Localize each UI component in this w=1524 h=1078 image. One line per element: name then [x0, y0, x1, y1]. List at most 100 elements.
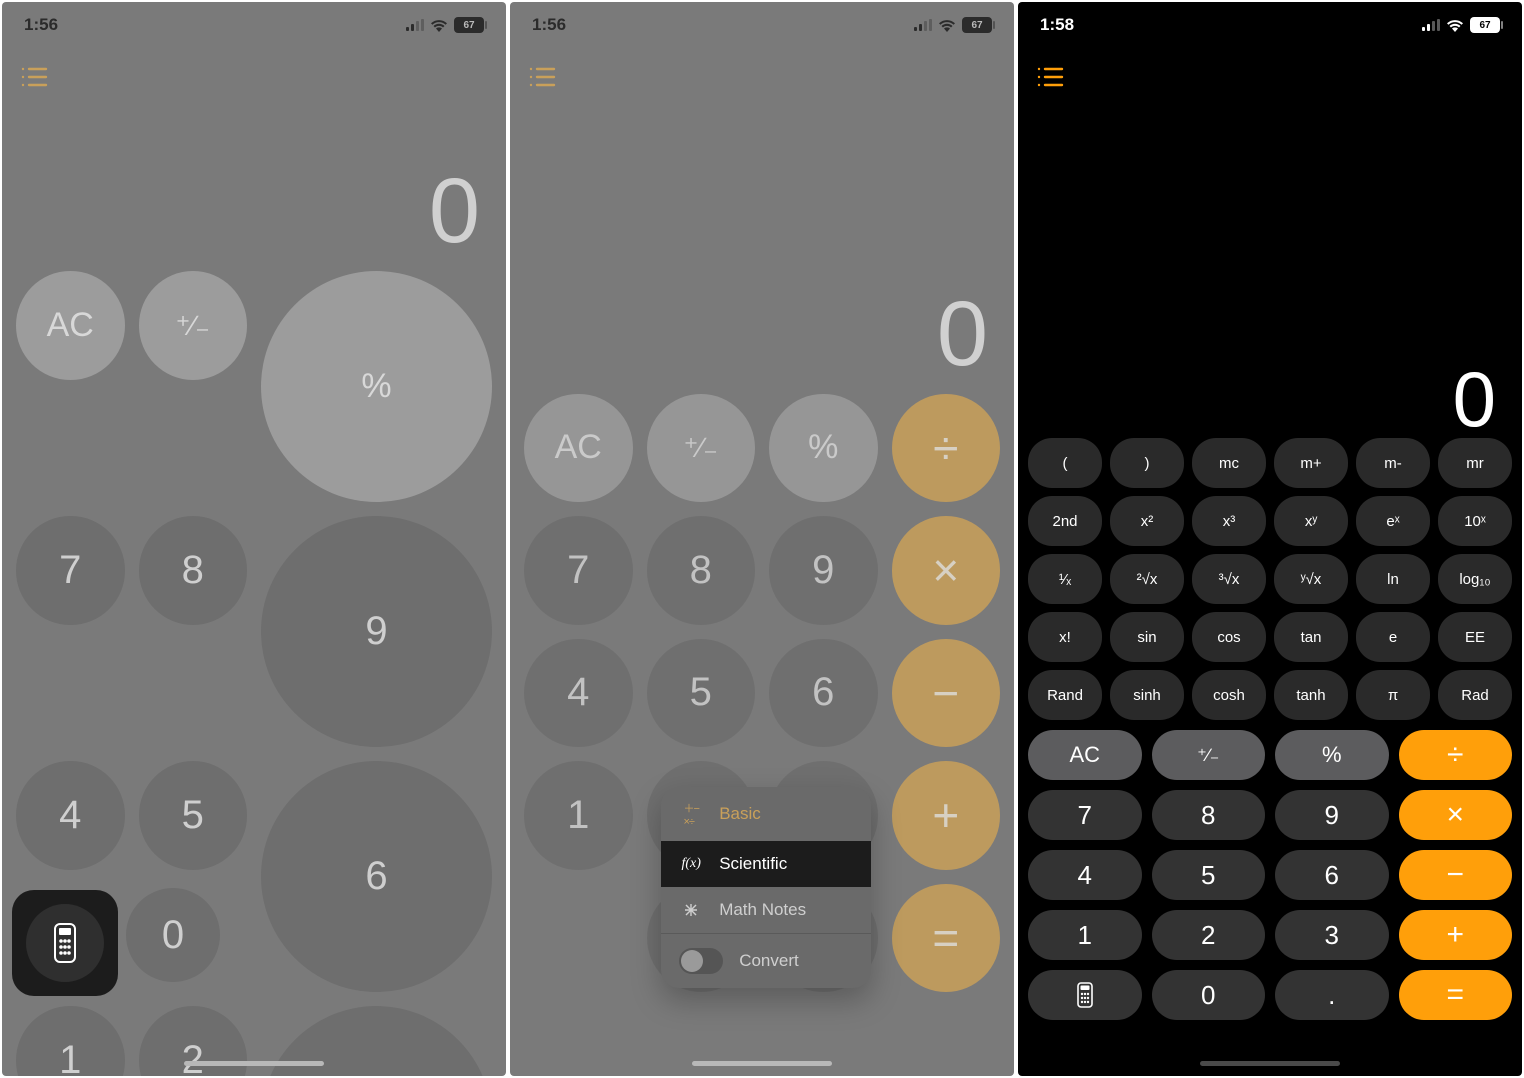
sci-tanh[interactable]: tanh [1274, 670, 1348, 720]
sci-ee[interactable]: EE [1438, 612, 1512, 662]
sci-rand[interactable]: Rand [1028, 670, 1102, 720]
digit-9[interactable]: 9 [261, 516, 492, 747]
sci-mc[interactable]: mc [1192, 438, 1266, 488]
digit-8[interactable]: 8 [1152, 790, 1266, 840]
digit-9[interactable]: 9 [769, 516, 878, 625]
mode-switch-button[interactable] [12, 890, 118, 996]
sci-sqrt[interactable]: ²√x [1110, 554, 1184, 604]
multiply-button[interactable]: × [892, 516, 1001, 625]
mode-menu-item-scientific[interactable]: f(x) Scientific [661, 841, 871, 887]
divide-button[interactable]: ÷ [1399, 730, 1513, 780]
minus-button[interactable]: − [1399, 850, 1513, 900]
convert-label: Convert [739, 951, 799, 971]
sci-ln[interactable]: ln [1356, 554, 1430, 604]
percent-button[interactable]: % [1275, 730, 1389, 780]
plus-minus-button[interactable]: ⁺∕₋ [1152, 730, 1266, 780]
digit-2[interactable]: 2 [1152, 910, 1266, 960]
mode-switch-button[interactable] [1028, 970, 1142, 1020]
sci-rad[interactable]: Rad [1438, 670, 1512, 720]
sci-2nd[interactable]: 2nd [1028, 496, 1102, 546]
battery-level: 67 [1470, 17, 1500, 33]
sci-sin[interactable]: sin [1110, 612, 1184, 662]
sci-cbrt[interactable]: ³√x [1192, 554, 1266, 604]
home-indicator[interactable] [1200, 1061, 1340, 1066]
plus-minus-button[interactable]: ⁺∕₋ [647, 394, 756, 503]
home-indicator[interactable] [184, 1061, 324, 1066]
equals-button[interactable]: = [892, 884, 1001, 993]
digit-6[interactable]: 6 [1275, 850, 1389, 900]
home-indicator[interactable] [692, 1061, 832, 1066]
sci-x3[interactable]: x³ [1192, 496, 1266, 546]
sci-cosh[interactable]: cosh [1192, 670, 1266, 720]
sci-yroot[interactable]: ʸ√x [1274, 554, 1348, 604]
status-time: 1:56 [24, 15, 58, 35]
calculator-screen-scientific: 1:58 67 0 ( ) mc m+ m- mr 2nd [1018, 2, 1522, 1076]
plus-button[interactable]: + [892, 761, 1001, 870]
digit-0[interactable]: 0 [1152, 970, 1266, 1020]
digit-1[interactable]: 1 [524, 761, 633, 870]
digit-7[interactable]: 7 [16, 516, 125, 625]
digit-6[interactable]: 6 [769, 639, 878, 748]
ac-button[interactable]: AC [1028, 730, 1142, 780]
multiply-button[interactable]: × [1399, 790, 1513, 840]
display-area: 0 [2, 48, 506, 257]
sci-cos[interactable]: cos [1192, 612, 1266, 662]
sci-sinh[interactable]: sinh [1110, 670, 1184, 720]
digit-8[interactable]: 8 [139, 516, 248, 625]
digit-7[interactable]: 7 [1028, 790, 1142, 840]
ac-button[interactable]: AC [524, 394, 633, 503]
sci-ex[interactable]: eˣ [1356, 496, 1430, 546]
digit-5[interactable]: 5 [647, 639, 756, 748]
equals-button[interactable]: = [1399, 970, 1513, 1020]
mode-menu-item-mathnotes[interactable]: Math Notes [661, 887, 871, 933]
ac-button[interactable]: AC [16, 271, 125, 380]
mathnotes-mode-icon [679, 900, 703, 920]
decimal-button[interactable]: . [1275, 970, 1389, 1020]
wifi-icon [1446, 19, 1464, 32]
digit-1[interactable]: 1 [1028, 910, 1142, 960]
plus-minus-button[interactable]: ⁺∕₋ [139, 271, 248, 380]
sci-mr[interactable]: mr [1438, 438, 1512, 488]
plus-button[interactable]: + [1399, 910, 1513, 960]
digit-4[interactable]: 4 [16, 761, 125, 870]
digit-8[interactable]: 8 [647, 516, 756, 625]
sci-pi[interactable]: π [1356, 670, 1430, 720]
digit-6[interactable]: 6 [261, 761, 492, 992]
sci-e[interactable]: e [1356, 612, 1430, 662]
sci-close-paren[interactable]: ) [1110, 438, 1184, 488]
basic-keypad-compact: AC ⁺∕₋ % ÷ 7 8 9 × 4 5 6 − 1 2 3 + [1028, 730, 1512, 1020]
minus-button[interactable]: − [892, 639, 1001, 748]
sci-factorial[interactable]: x! [1028, 612, 1102, 662]
percent-button[interactable]: % [769, 394, 878, 503]
scientific-mode-icon: f(x) [679, 856, 703, 872]
sci-mplus[interactable]: m+ [1274, 438, 1348, 488]
battery-level: 67 [454, 17, 484, 33]
sci-mminus[interactable]: m- [1356, 438, 1430, 488]
scientific-keypad: ( ) mc m+ m- mr 2nd x² x³ xʸ eˣ 10ˣ ¹⁄ₓ … [1028, 438, 1512, 720]
divide-button[interactable]: ÷ [892, 394, 1001, 503]
digit-5[interactable]: 5 [1152, 850, 1266, 900]
mode-menu-item-convert: Convert [661, 933, 871, 988]
digit-9[interactable]: 9 [1275, 790, 1389, 840]
sci-reciprocal[interactable]: ¹⁄ₓ [1028, 554, 1102, 604]
calculator-screen-basic-dimmed: 1:56 67 0 AC ⁺∕₋ % ÷ 7 8 9 × 4 5 6 [2, 2, 506, 1076]
sci-x2[interactable]: x² [1110, 496, 1184, 546]
convert-toggle[interactable] [679, 948, 723, 974]
mode-menu-item-basic[interactable]: ＋−×÷ Basic [661, 787, 871, 841]
digit-4[interactable]: 4 [524, 639, 633, 748]
sci-log10[interactable]: log₁₀ [1438, 554, 1512, 604]
sci-10x[interactable]: 10ˣ [1438, 496, 1512, 546]
digit-5[interactable]: 5 [139, 761, 248, 870]
sci-xy[interactable]: xʸ [1274, 496, 1348, 546]
sci-tan[interactable]: tan [1274, 612, 1348, 662]
digit-0[interactable]: 0 [126, 888, 220, 982]
digit-3[interactable]: 3 [1275, 910, 1389, 960]
digit-7[interactable]: 7 [524, 516, 633, 625]
signal-icon [914, 19, 932, 31]
sci-open-paren[interactable]: ( [1028, 438, 1102, 488]
display-area: 0 [510, 48, 1014, 380]
status-time: 1:58 [1040, 15, 1074, 35]
digit-1[interactable]: 1 [16, 1006, 125, 1076]
percent-button[interactable]: % [261, 271, 492, 502]
digit-4[interactable]: 4 [1028, 850, 1142, 900]
